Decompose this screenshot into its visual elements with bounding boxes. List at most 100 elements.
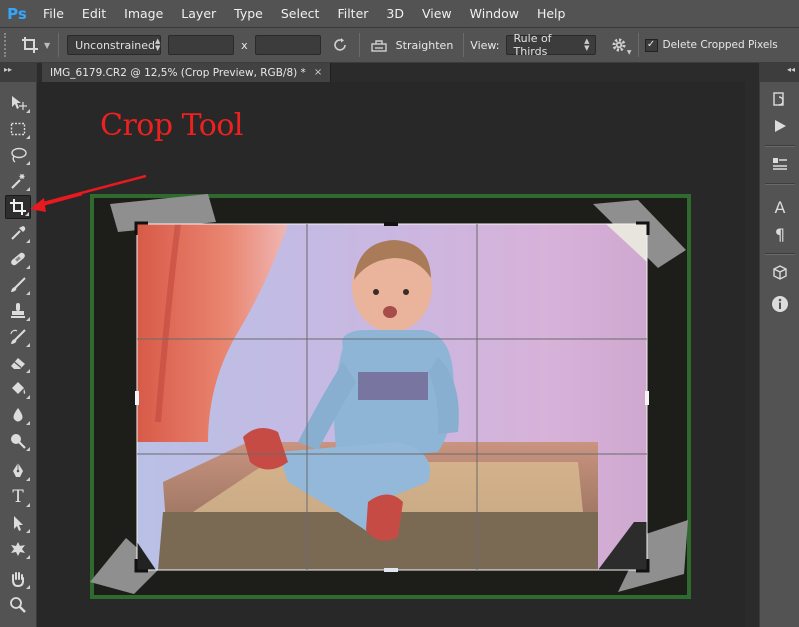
blur-tool[interactable] bbox=[5, 403, 31, 427]
tool-preset-picker[interactable] bbox=[18, 33, 42, 57]
crop-handle-left bbox=[135, 391, 139, 405]
collapse-icon[interactable]: ▸▸ bbox=[4, 65, 12, 74]
3d-cube-icon bbox=[773, 265, 787, 280]
type-tool[interactable]: T bbox=[5, 485, 31, 509]
straighten-tool-button[interactable] bbox=[368, 34, 390, 56]
dodge-tool[interactable] bbox=[5, 429, 31, 453]
clone-stamp-tool[interactable] bbox=[5, 299, 31, 323]
menu-layer[interactable]: Layer bbox=[172, 0, 225, 28]
pen-icon bbox=[13, 463, 23, 477]
tool-flyout-indicator bbox=[26, 585, 30, 589]
hand-tool[interactable] bbox=[5, 567, 31, 591]
tool-flyout-indicator bbox=[26, 239, 30, 243]
options-divider bbox=[637, 33, 639, 57]
info-panel-button[interactable] bbox=[769, 293, 791, 315]
lasso-tool[interactable] bbox=[5, 143, 31, 167]
panel-group-divider bbox=[765, 253, 795, 255]
menu-window[interactable]: Window bbox=[461, 0, 528, 28]
crop-height-field[interactable] bbox=[254, 35, 321, 55]
menu-type[interactable]: Type bbox=[225, 0, 272, 28]
tool-flyout-indicator bbox=[26, 109, 30, 113]
options-bar-grip[interactable] bbox=[4, 33, 10, 57]
menu-3d[interactable]: 3D bbox=[377, 0, 413, 28]
panel-group-divider bbox=[765, 145, 795, 147]
tool-flyout-indicator bbox=[26, 135, 30, 139]
crop-width-field[interactable] bbox=[168, 35, 235, 55]
actions-panel-button[interactable] bbox=[769, 115, 791, 137]
straighten-icon bbox=[370, 40, 387, 52]
tool-flyout-indicator bbox=[26, 447, 30, 451]
paragraph-panel-button[interactable]: ¶ bbox=[769, 223, 791, 245]
crop-icon bbox=[22, 37, 38, 53]
panel-group-divider bbox=[765, 183, 795, 185]
eraser-icon bbox=[11, 358, 25, 369]
ratio-preset-select[interactable]: Unconstrained ▲ ▼ bbox=[67, 35, 162, 55]
drop-icon bbox=[13, 408, 23, 422]
panels-dock-header[interactable]: ◂◂ bbox=[760, 63, 799, 82]
3d-panel-button[interactable] bbox=[769, 262, 791, 284]
view-label: View: bbox=[470, 38, 500, 52]
menu-bar: Ps File Edit Image Layer Type Select Fil… bbox=[0, 0, 799, 28]
menu-filter[interactable]: Filter bbox=[328, 0, 377, 28]
pen-tool[interactable] bbox=[5, 459, 31, 483]
arrow-select-icon bbox=[14, 516, 23, 531]
menu-help[interactable]: Help bbox=[528, 0, 575, 28]
stamp-icon bbox=[11, 303, 25, 318]
play-icon bbox=[775, 120, 786, 132]
path-selection-tool[interactable] bbox=[5, 511, 31, 535]
menu-view[interactable]: View bbox=[413, 0, 461, 28]
stepper-arrows-icon: ▲ ▼ bbox=[155, 37, 161, 52]
paint-bucket-tool[interactable] bbox=[5, 377, 31, 401]
close-icon[interactable]: × bbox=[314, 67, 322, 78]
eraser-tool[interactable] bbox=[5, 351, 31, 375]
photo-baby-mouth bbox=[383, 306, 397, 318]
straighten-label[interactable]: Straighten bbox=[396, 39, 454, 52]
character-icon: A bbox=[774, 197, 786, 217]
marquee-tool[interactable] bbox=[5, 117, 31, 141]
history-icon bbox=[773, 92, 784, 106]
options-divider bbox=[58, 33, 60, 57]
menu-edit[interactable]: Edit bbox=[73, 0, 115, 28]
document-tab-row: IMG_6179.CR2 @ 12,5% (Crop Preview, RGB/… bbox=[0, 63, 799, 82]
crop-settings-button[interactable]: ▼ bbox=[604, 34, 634, 56]
chevron-down-icon[interactable]: ▼ bbox=[44, 41, 50, 50]
character-panel-button[interactable]: A bbox=[769, 196, 791, 218]
zoom-tool[interactable] bbox=[5, 593, 31, 617]
bucket-icon bbox=[12, 382, 26, 394]
shape-tool[interactable] bbox=[5, 537, 31, 561]
bandage-icon bbox=[11, 252, 25, 266]
healing-brush-tool[interactable] bbox=[5, 247, 31, 271]
overlay-view-select[interactable]: Rule of Thirds ▲ ▼ bbox=[505, 32, 596, 58]
history-panel-button[interactable] bbox=[769, 88, 791, 110]
menu-select[interactable]: Select bbox=[272, 0, 329, 28]
tool-flyout-indicator bbox=[26, 477, 30, 481]
tool-flyout-indicator bbox=[26, 503, 30, 507]
document-canvas[interactable]: Crop Tool bbox=[38, 82, 745, 627]
layer-comps-panel-button[interactable] bbox=[769, 153, 791, 175]
document-tab-title: IMG_6179.CR2 @ 12,5% (Crop Preview, RGB/… bbox=[50, 66, 306, 79]
tool-flyout-indicator bbox=[26, 343, 30, 347]
overlay-view-value: Rule of Thirds bbox=[513, 32, 552, 58]
crop-handle-top bbox=[384, 222, 398, 226]
dodge-icon bbox=[11, 434, 26, 449]
menu-image[interactable]: Image bbox=[115, 0, 172, 28]
history-brush-tool[interactable] bbox=[5, 325, 31, 349]
hand-icon bbox=[12, 572, 24, 588]
clear-ratio-button[interactable] bbox=[329, 34, 351, 56]
tool-flyout-indicator bbox=[26, 317, 30, 321]
rect-marquee-icon bbox=[10, 122, 26, 136]
tool-flyout-indicator bbox=[26, 555, 30, 559]
collapse-icon[interactable]: ◂◂ bbox=[787, 65, 795, 74]
tool-flyout-indicator bbox=[26, 421, 30, 425]
delete-cropped-label[interactable]: Delete Cropped Pixels bbox=[663, 39, 778, 51]
menu-file[interactable]: File bbox=[34, 0, 73, 28]
brush-tool[interactable] bbox=[5, 273, 31, 297]
delete-cropped-checkbox[interactable]: ✓ bbox=[644, 38, 658, 52]
annotation-arrow-tip bbox=[30, 192, 83, 212]
tools-panel-header[interactable]: ▸▸ bbox=[0, 63, 36, 82]
move-tool[interactable] bbox=[5, 91, 31, 115]
document-tab[interactable]: IMG_6179.CR2 @ 12,5% (Crop Preview, RGB/… bbox=[42, 63, 332, 82]
photoshop-window: Ps File Edit Image Layer Type Select Fil… bbox=[0, 0, 799, 627]
photo-baby-bib-pattern bbox=[358, 372, 428, 400]
checkmark-icon: ✓ bbox=[646, 39, 656, 50]
